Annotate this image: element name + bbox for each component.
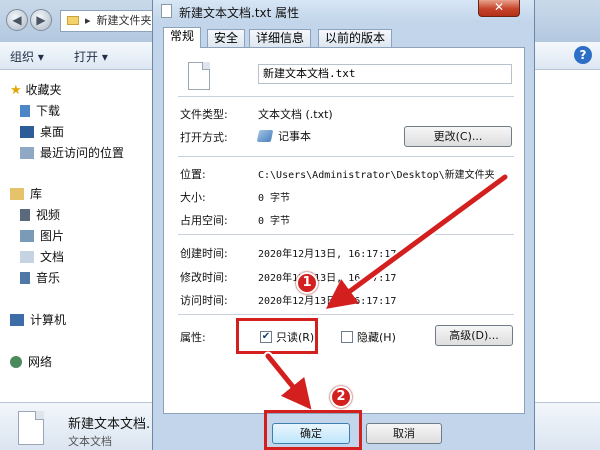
tab-general[interactable]: 常规	[163, 27, 202, 48]
step-1-badge: 1	[296, 272, 318, 294]
annotation-arrows	[263, 172, 510, 410]
step-2-badge: 2	[330, 386, 352, 408]
